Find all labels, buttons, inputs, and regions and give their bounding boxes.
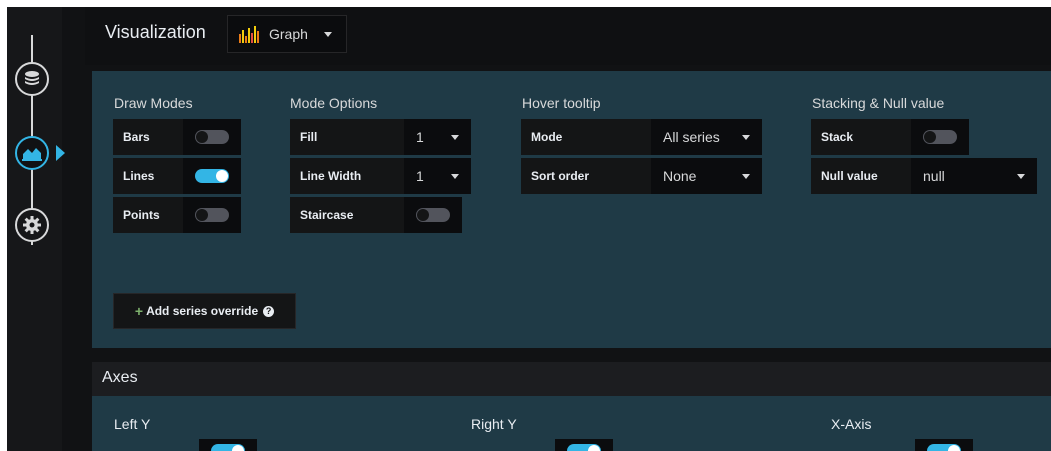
chevron-down-icon xyxy=(451,135,459,140)
staircase-toggle[interactable] xyxy=(416,208,450,222)
left-y-title: Left Y xyxy=(114,416,151,432)
bars-switch[interactable] xyxy=(183,119,241,155)
general-settings-button[interactable] xyxy=(15,208,49,242)
fill-label: Fill xyxy=(290,119,404,155)
null-value-value: null xyxy=(923,168,945,184)
points-toggle[interactable] xyxy=(195,208,229,222)
chevron-down-icon xyxy=(451,174,459,179)
tooltip-mode-select[interactable]: All series xyxy=(651,119,762,155)
staircase-label: Staircase xyxy=(290,197,404,233)
points-label: Points xyxy=(113,197,183,233)
bar-chart-icon xyxy=(239,26,259,43)
stacking-null-title: Stacking & Null value xyxy=(812,95,945,111)
sort-order-value: None xyxy=(663,168,697,184)
lines-toggle[interactable] xyxy=(195,169,229,183)
tooltip-mode-value: All series xyxy=(663,129,720,145)
x-axis-title: X-Axis xyxy=(831,416,872,432)
axes-section-header[interactable]: Axes xyxy=(92,362,1051,396)
lines-label: Lines xyxy=(113,158,183,194)
sort-order-label: Sort order xyxy=(521,158,651,194)
null-value-label: Null value xyxy=(811,158,911,194)
editor-frame: Visualization Graph Draw Modes Bars Line… xyxy=(7,7,1051,451)
chevron-down-icon xyxy=(742,135,750,140)
queries-button[interactable] xyxy=(15,62,49,96)
stack-label: Stack xyxy=(811,119,911,155)
lines-switch[interactable] xyxy=(183,158,241,194)
chevron-down-icon xyxy=(1017,174,1025,179)
active-indicator-arrow xyxy=(56,145,65,161)
points-switch[interactable] xyxy=(183,197,241,233)
right-y-switch[interactable] xyxy=(555,439,613,451)
visualization-picker-label: Graph xyxy=(269,26,308,42)
chart-area-icon xyxy=(22,148,42,161)
mode-options-title: Mode Options xyxy=(290,95,378,111)
visualization-title: Visualization xyxy=(105,22,206,42)
add-series-override-label: Add series override xyxy=(146,304,259,318)
sort-order-select[interactable]: None xyxy=(651,158,762,194)
right-y-toggle[interactable] xyxy=(567,444,601,451)
hover-tooltip-title: Hover tooltip xyxy=(522,95,601,111)
axes-panel: Left Y Right Y X-Axis xyxy=(92,396,1051,451)
add-series-override-button[interactable]: + Add series override ? xyxy=(113,293,296,329)
null-value-select[interactable]: null xyxy=(911,158,1037,194)
tooltip-mode-label: Mode xyxy=(521,119,651,155)
help-icon[interactable]: ? xyxy=(263,305,275,317)
fill-select[interactable]: 1 xyxy=(404,119,471,155)
fill-value: 1 xyxy=(416,129,424,145)
draw-modes-title: Draw Modes xyxy=(114,95,193,111)
staircase-switch[interactable] xyxy=(404,197,462,233)
left-y-toggle[interactable] xyxy=(211,444,245,451)
visualization-button[interactable] xyxy=(15,136,49,170)
settings-gear-icon xyxy=(23,216,41,234)
x-axis-toggle[interactable] xyxy=(927,444,961,451)
chevron-down-icon xyxy=(323,31,332,37)
stack-switch[interactable] xyxy=(911,119,969,155)
line-width-value: 1 xyxy=(416,168,424,184)
bars-label: Bars xyxy=(113,119,183,155)
right-y-title: Right Y xyxy=(471,416,517,432)
x-axis-switch[interactable] xyxy=(915,439,973,451)
line-width-label: Line Width xyxy=(290,158,404,194)
line-width-select[interactable]: 1 xyxy=(404,158,471,194)
stack-toggle[interactable] xyxy=(923,130,957,144)
visualization-picker[interactable]: Graph xyxy=(227,15,347,53)
chevron-down-icon xyxy=(742,174,750,179)
bars-toggle[interactable] xyxy=(195,130,229,144)
plus-icon: + xyxy=(134,303,144,319)
left-y-switch[interactable] xyxy=(199,439,257,451)
side-rail xyxy=(7,7,65,451)
display-options-panel: Draw Modes Bars Lines Points Mode Option… xyxy=(92,71,1051,348)
axes-title: Axes xyxy=(102,369,138,386)
database-icon xyxy=(25,71,39,85)
editor-header: Visualization Graph xyxy=(85,7,1051,65)
